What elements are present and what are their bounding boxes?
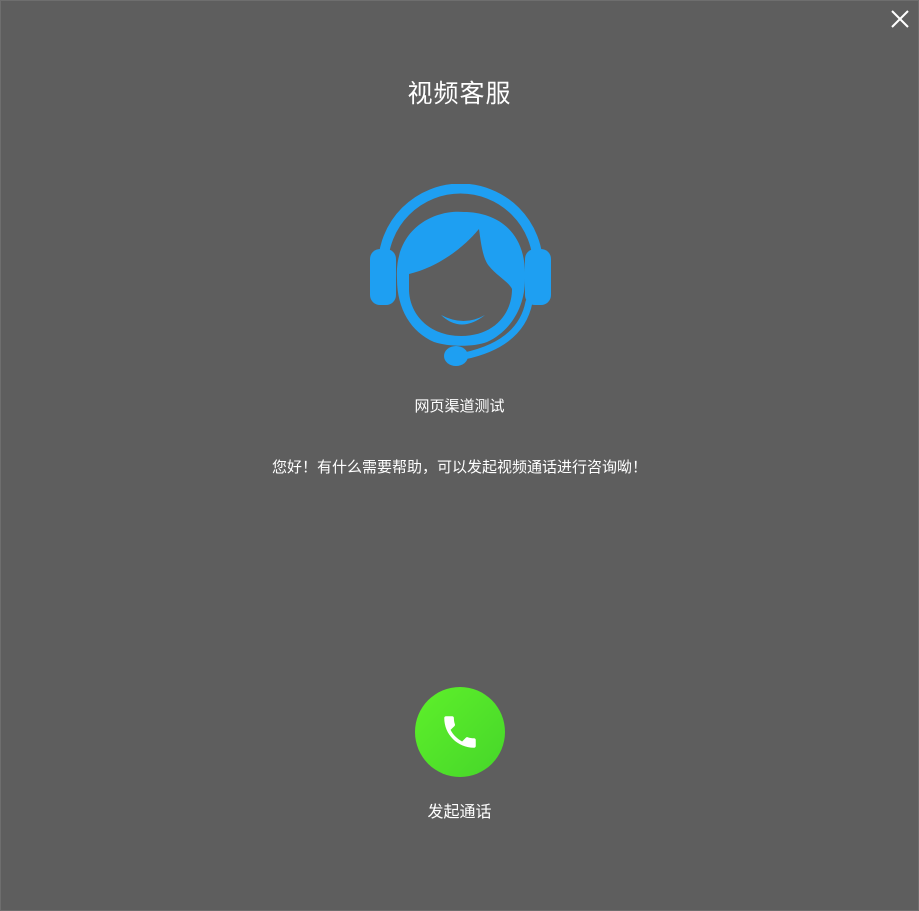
- close-icon: [891, 10, 909, 28]
- close-button[interactable]: [890, 9, 910, 29]
- start-call-button[interactable]: [415, 687, 505, 777]
- customer-service-headset-icon: [370, 184, 551, 366]
- video-service-dialog: 视频客服 网页渠道测试 您好！有什么需要帮助，可以发起视频通话进行咨询呦！ 发起…: [0, 0, 919, 911]
- agent-name: 网页渠道测试: [414, 397, 505, 415]
- greeting-message: 您好！有什么需要帮助，可以发起视频通话进行咨询呦！: [271, 458, 647, 476]
- dialog-title: 视频客服: [407, 79, 512, 108]
- phone-icon: [444, 716, 476, 748]
- start-call-label: 发起通话: [427, 802, 492, 821]
